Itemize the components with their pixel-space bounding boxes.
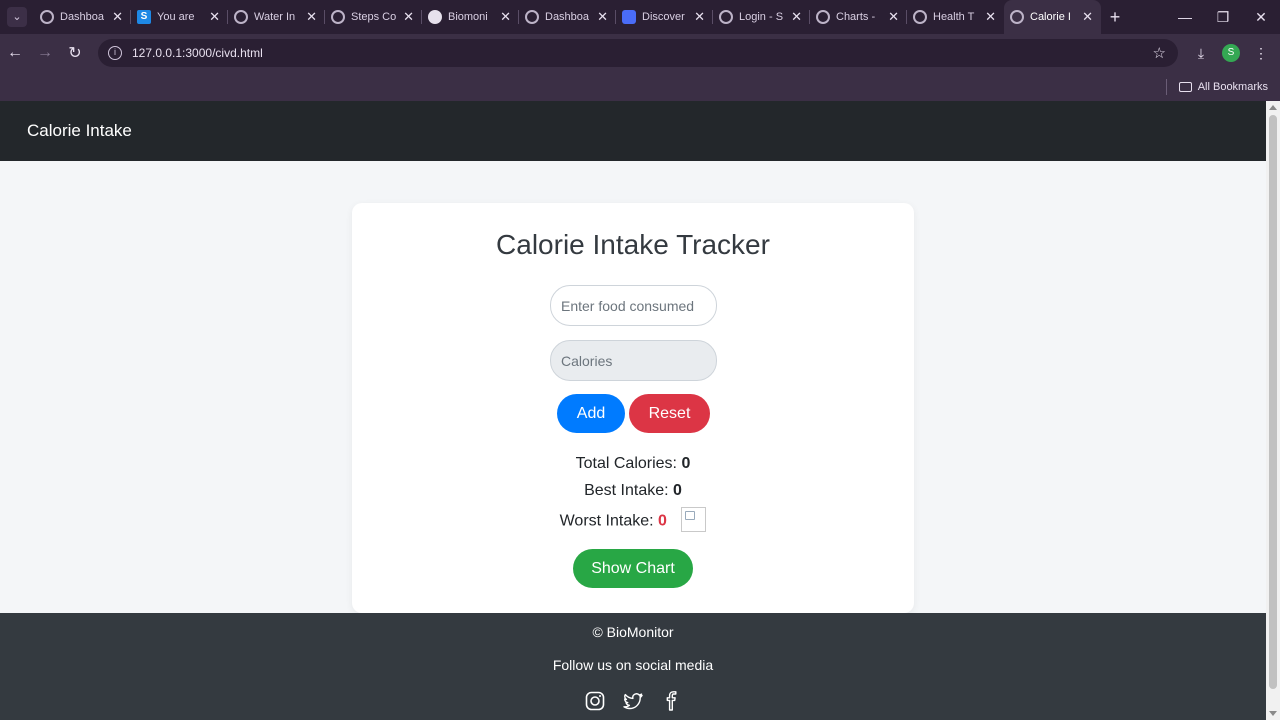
broken-image-icon	[681, 507, 707, 532]
divider	[1165, 78, 1167, 95]
globe-icon	[719, 10, 733, 24]
close-window-icon[interactable]: ✕	[1242, 0, 1280, 34]
browser-tabstrip: ⌄ Dashboa ✕ S You are ✕ Water In ✕ Steps Co ✕…	[0, 0, 1280, 34]
chevron-down-icon: ⌄	[7, 7, 27, 27]
globe-icon	[234, 10, 248, 24]
navbar-brand[interactable]: Calorie Intake	[27, 121, 132, 141]
facebook-icon[interactable]	[661, 691, 681, 711]
tab-title: Dashboa	[60, 11, 105, 23]
close-icon[interactable]: ✕	[791, 9, 802, 25]
window-controls: — ❐ ✕	[1166, 0, 1280, 34]
close-icon[interactable]: ✕	[597, 9, 608, 25]
browser-tab[interactable]: Dashboa ✕	[519, 0, 616, 34]
github-icon	[428, 10, 442, 24]
site-footer: © BioMonitor Follow us on social media	[0, 613, 1266, 720]
total-calories-stat: Total Calories: 0	[352, 455, 914, 473]
scroll-down-arrow-icon[interactable]	[1269, 711, 1277, 716]
page-scrollbar[interactable]	[1266, 101, 1280, 720]
close-icon[interactable]: ✕	[306, 9, 317, 25]
tab-search-button[interactable]: ⌄	[0, 0, 34, 34]
restore-icon[interactable]: ❐	[1204, 0, 1242, 34]
browser-tab[interactable]: Steps Co ✕	[325, 0, 422, 34]
browser-tab[interactable]: Login - S ✕	[713, 0, 810, 34]
site-navbar: Calorie Intake	[0, 101, 1266, 161]
close-icon[interactable]: ✕	[403, 9, 414, 25]
doc-icon	[622, 10, 636, 24]
tab-title: You are	[157, 11, 195, 23]
total-calories-label: Total Calories:	[575, 455, 677, 472]
globe-icon	[525, 10, 539, 24]
folder-icon	[1178, 81, 1192, 92]
close-icon[interactable]: ✕	[985, 9, 996, 25]
close-icon[interactable]: ✕	[694, 9, 705, 25]
reset-button[interactable]: Reset	[629, 394, 710, 433]
tab-title: Discover	[642, 11, 685, 23]
worst-intake-label: Worst Intake:	[559, 512, 654, 530]
best-intake-label: Best Intake:	[584, 482, 669, 499]
social-links	[0, 691, 1266, 711]
profile-avatar[interactable]: S	[1222, 44, 1240, 62]
globe-icon	[816, 10, 830, 24]
globe-icon	[331, 10, 345, 24]
bookmarks-bar: All Bookmarks	[0, 72, 1280, 101]
add-button[interactable]: Add	[557, 394, 625, 433]
tab-title: Calorie I	[1030, 11, 1071, 23]
show-chart-button[interactable]: Show Chart	[573, 549, 693, 588]
menu-kebab-icon[interactable]: ⋮	[1246, 45, 1276, 62]
best-intake-stat: Best Intake: 0	[352, 482, 914, 500]
download-icon[interactable]: ⤓	[1186, 45, 1216, 62]
tab-title: Health T	[933, 11, 975, 23]
total-calories-value: 0	[681, 455, 691, 472]
twitter-icon[interactable]	[623, 691, 643, 711]
worst-intake-stat: Worst Intake: 0	[352, 507, 914, 534]
close-icon[interactable]: ✕	[1082, 9, 1093, 25]
site-info-icon[interactable]: i	[108, 46, 122, 60]
calories-input[interactable]	[550, 340, 717, 381]
scroll-up-arrow-icon[interactable]	[1269, 105, 1277, 110]
footer-copyright: © BioMonitor	[592, 624, 674, 640]
tab-title: Biomoni	[448, 11, 488, 23]
browser-tab[interactable]: Dashboa ✕	[34, 0, 131, 34]
globe-icon	[1010, 10, 1024, 24]
page-title: Calorie Intake Tracker	[496, 229, 770, 260]
browser-tab[interactable]: S You are ✕	[131, 0, 228, 34]
url-text[interactable]: 127.0.0.1:3000/civd.html	[132, 46, 263, 60]
instagram-icon[interactable]	[585, 691, 605, 711]
close-icon[interactable]: ✕	[888, 9, 899, 25]
food-input[interactable]	[550, 285, 717, 326]
close-icon[interactable]: ✕	[112, 9, 123, 25]
close-icon[interactable]: ✕	[209, 9, 220, 25]
bookmark-star-icon[interactable]: ☆	[1153, 44, 1166, 62]
reload-icon[interactable]: ↻	[60, 43, 90, 63]
footer-follow-text: Follow us on social media	[552, 657, 714, 673]
tab-title: Water In	[254, 11, 296, 23]
tracker-card: Calorie Intake Tracker Add Reset Total C…	[352, 203, 914, 613]
tab-title: Charts -	[836, 11, 876, 23]
browser-tab[interactable]: Biomoni ✕	[422, 0, 519, 34]
page-viewport: Calorie Intake Calorie Intake Tracker Ad…	[0, 101, 1266, 720]
best-intake-value: 0	[673, 482, 682, 499]
browser-tab[interactable]: Discover ✕	[616, 0, 713, 34]
browser-tab[interactable]: Water In ✕	[228, 0, 325, 34]
browser-tab[interactable]: Charts - ✕	[810, 0, 907, 34]
s-logo-icon: S	[137, 10, 151, 24]
all-bookmarks-button[interactable]: All Bookmarks	[1198, 81, 1268, 93]
tab-title: Steps Co	[351, 11, 397, 23]
new-tab-button[interactable]: +	[1101, 7, 1129, 28]
browser-tab-active[interactable]: Calorie I ✕	[1004, 0, 1101, 34]
tab-title: Login - S	[739, 11, 784, 23]
forward-icon[interactable]: →	[30, 44, 60, 62]
back-icon[interactable]: ←	[0, 44, 30, 62]
scrollbar-thumb[interactable]	[1269, 115, 1277, 689]
address-bar[interactable]: i 127.0.0.1:3000/civd.html ☆	[98, 39, 1178, 67]
worst-intake-value: 0	[658, 512, 667, 530]
tab-title: Dashboa	[545, 11, 590, 23]
close-icon[interactable]: ✕	[500, 9, 511, 25]
globe-icon	[913, 10, 927, 24]
minimize-icon[interactable]: —	[1166, 0, 1204, 34]
globe-icon	[40, 10, 54, 24]
browser-toolbar: ← → ↻ i 127.0.0.1:3000/civd.html ☆ ⤓ S ⋮	[0, 34, 1280, 72]
browser-tab[interactable]: Health T ✕	[907, 0, 1004, 34]
